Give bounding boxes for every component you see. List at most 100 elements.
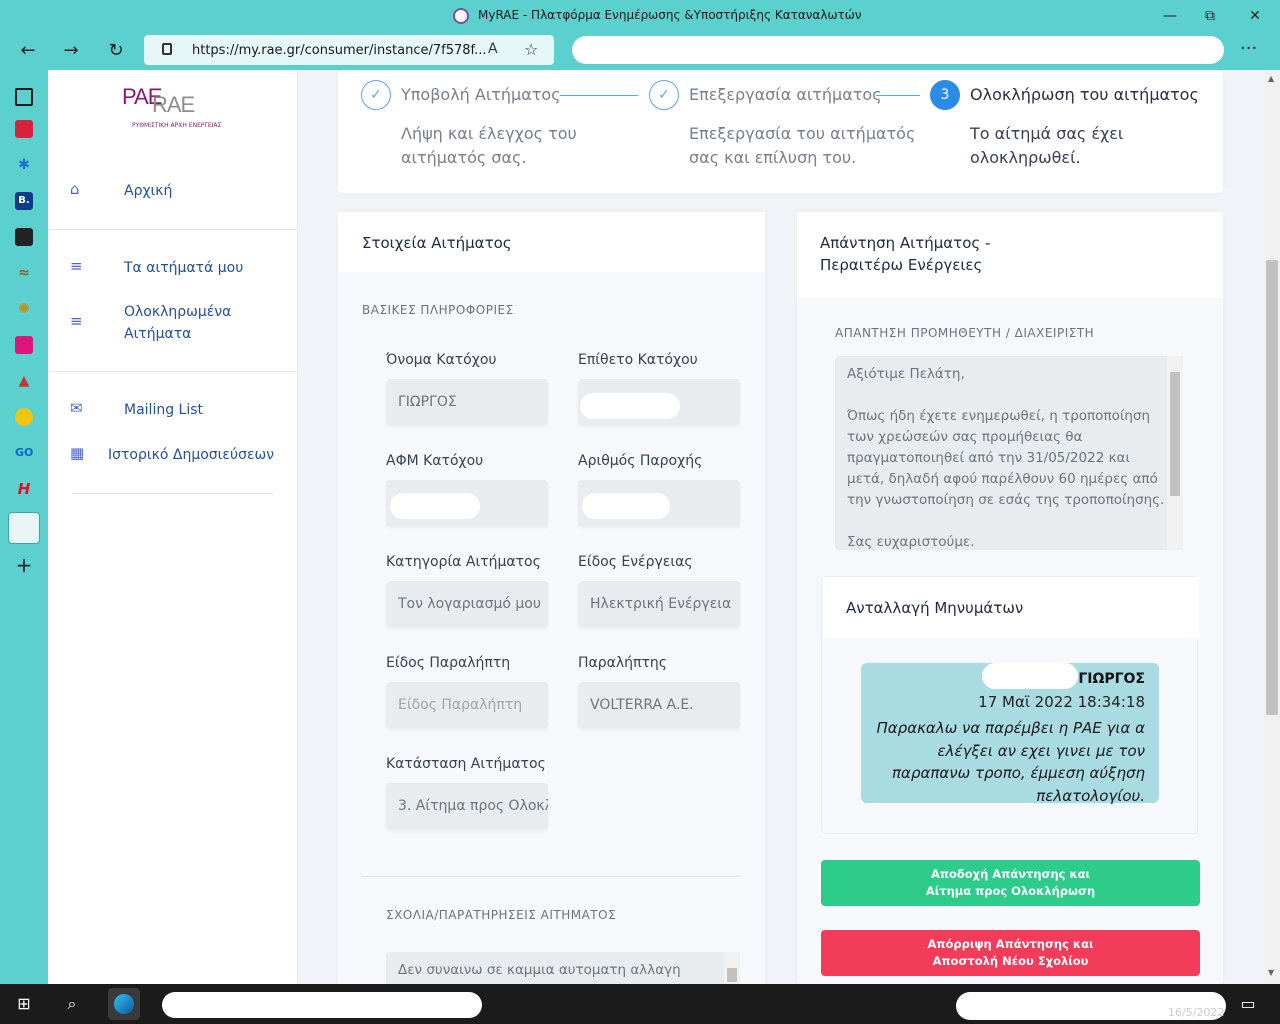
sidebar-item-home[interactable]: ⌂ Αρχική	[48, 180, 298, 204]
supplier-response-line: την γνωστοποίηση σε εσάς της τροποποίηση…	[847, 492, 1165, 508]
accept-response-button[interactable]: Αποδοχή Απάντησης και Αίτημα προς Ολοκλήρ…	[821, 860, 1200, 906]
supplier-response-line	[847, 511, 1171, 532]
myrae-icon[interactable]	[8, 512, 40, 544]
envelope-icon: ✉	[70, 399, 83, 417]
message-time: 17 Μαϊ 2022 18:34:18	[978, 693, 1145, 711]
step-1-description: Λήψη και έλεγχος του αιτήματός σας.	[401, 124, 577, 167]
step-connector	[876, 95, 920, 96]
booking-icon[interactable]: B.	[15, 192, 33, 210]
chart-icon[interactable]	[15, 336, 33, 354]
close-window-button[interactable]: ✕	[1245, 6, 1265, 26]
message-text-line: παραπανω τροπο, έμμεση αύξηση	[892, 764, 1145, 782]
doc-icon[interactable]	[15, 228, 33, 246]
list-icon: ≡	[70, 257, 83, 275]
reject-response-button[interactable]: Απόρριψη Απάντησης και Αποστολή Νέου Σχολ…	[821, 930, 1200, 976]
notifications-icon[interactable]: ▭	[1236, 992, 1260, 1016]
basic-info-label: ΒΑΣΙΚΕΣ ΠΛΗΡΟΦΟΡΙΕΣ	[362, 303, 514, 317]
request-details-card: Στοιχεία Αιτήματος ΒΑΣΙΚΕΣ ΠΛΗΡΟΦΟΡΙΕΣ Ό…	[338, 212, 765, 984]
add-icon[interactable]: +	[15, 555, 33, 575]
sidebar-divider	[72, 493, 274, 494]
logo-subtitle: ΡΥΘΜΙΣΤΙΚΗ ΑΡΧΗ ΕΝΕΡΓΕΙΑΣ	[132, 122, 222, 129]
red-app-icon[interactable]	[15, 120, 33, 138]
minimize-button[interactable]: —	[1160, 6, 1180, 26]
supplier-response-textarea[interactable]: Αξιότιμε Πελάτη, Όπως ήδη έχετε ενημερωθε…	[835, 356, 1183, 550]
message-text: Παρακαλω να παρέμβει η ΡΑΕ για α ελέγξει …	[875, 717, 1145, 807]
sidebar-item-mailing-list[interactable]: ✉ Mailing List	[48, 399, 298, 423]
supplier-response-line: Αξιότιμε Πελάτη,	[847, 366, 965, 382]
supply-number-label: Αριθμός Παροχής	[578, 453, 703, 469]
owner-name-field[interactable]: ΓΙΩΡΓΟΣ	[386, 379, 548, 425]
rae-logo[interactable]: PAE RAE ΡΥΘΜΙΣΤΙΚΗ ΑΡΧΗ ΕΝΕΡΓΕΙΑΣ	[122, 84, 226, 138]
messages-heading: Ανταλλαγή Μηνυμάτων	[822, 577, 1199, 638]
message-text-line: ελέγξει αν εχει γινει με τον	[937, 741, 1145, 760]
windows-start-icon[interactable]: ⊞	[12, 992, 36, 1016]
supplier-response-line: πραγματοποιηθεί από την 31/05/2022 και	[847, 450, 1131, 466]
tabs-icon[interactable]	[15, 88, 33, 106]
recipient-type-field[interactable]: Είδος Παραλήπτη	[386, 682, 548, 728]
redacted-area	[580, 393, 680, 419]
refresh-button[interactable]: ↻	[103, 38, 129, 64]
tool-icon[interactable]: ≈	[15, 264, 33, 282]
go-icon[interactable]: GO	[15, 444, 33, 462]
clock-text: 16/5/2022	[1168, 1006, 1225, 1019]
read-aloud-icon[interactable]: A	[488, 41, 498, 57]
window-title: MyRAE - Πλατφόρμα Ενημέρωσης &Υποστήριξη…	[478, 8, 862, 22]
redacted-area	[162, 992, 482, 1018]
sidebar-divider	[48, 371, 298, 372]
edge-taskbar-icon[interactable]	[108, 988, 140, 1020]
forward-button[interactable]: →	[58, 38, 84, 64]
lock-icon	[162, 43, 172, 55]
message-text-line: πελατολογίου.	[1036, 786, 1145, 805]
recipient-label: Παραλήπτης	[578, 655, 667, 671]
recipient-type-label: Είδος Παραλήπτη	[386, 655, 511, 671]
comments-scrollbar[interactable]	[724, 952, 740, 984]
status-field[interactable]: 3. Αίτημα προς Ολοκλ	[386, 783, 548, 829]
sidebar-item-my-requests[interactable]: ≡ Τα αιτήματά μου	[48, 257, 298, 281]
wheel-icon[interactable]: ✺	[15, 300, 33, 318]
more-options-button[interactable]: ···	[1240, 38, 1257, 59]
scroll-down-icon[interactable]: ▼	[1268, 968, 1274, 977]
bloom-icon[interactable]: ✱	[15, 156, 33, 174]
logo-rae: RAE	[152, 92, 195, 117]
energy-type-label: Είδος Ενέργειας	[578, 554, 693, 570]
supplier-response-scrollbar[interactable]	[1167, 356, 1183, 550]
sidebar-item-completed-requests[interactable]: ≡ Ολοκληρωμένα Αιτήματα	[48, 301, 298, 347]
step-2-title: Επεξεργασία αιτήματος	[689, 85, 882, 104]
supplier-response-line	[847, 385, 1171, 406]
h-icon[interactable]: H	[15, 480, 33, 498]
address-bar[interactable]: https://my.rae.gr/consumer/instance/7f57…	[144, 35, 554, 65]
recipient-field[interactable]: VOLTERRA A.E.	[578, 682, 740, 728]
triangle-icon[interactable]: ▲	[15, 372, 33, 390]
browser-nav-bar: ← → ↻ https://my.rae.gr/consumer/instanc…	[0, 32, 1280, 70]
redacted-area	[572, 36, 1224, 64]
comments-textarea[interactable]: Δεν συναινω σε καμμια αυτοματη αλλαγη	[386, 952, 740, 984]
yellow-circle-icon[interactable]	[15, 408, 33, 426]
step-1-title: Υποβολή Αιτήματος	[401, 85, 561, 104]
supplier-response-line: των χρεώσεών σας προμήθειας θα	[847, 429, 1083, 445]
sidebar-divider	[48, 229, 298, 230]
energy-type-field[interactable]: Ηλεκτρική Ενέργεια	[578, 581, 740, 627]
step-3-title: Ολοκλήρωση του αιτήματος	[970, 85, 1199, 104]
redacted-area	[390, 493, 480, 519]
back-button[interactable]: ←	[15, 38, 41, 64]
category-field[interactable]: Τον λογαριασμό μου	[386, 581, 548, 627]
favorite-icon[interactable]: ☆	[524, 40, 538, 59]
messages-panel: Ανταλλαγή Μηνυμάτων ΓΙΩΡΓΟΣ 17 Μαϊ 2022 …	[821, 576, 1199, 834]
comments-label: ΣΧΟΛΙΑ/ΠΑΡΑΤΗΡΗΣΕΙΣ ΑΙΤΗΜΑΤΟΣ	[386, 908, 617, 922]
category-label: Κατηγορία Αιτήματος	[386, 554, 541, 570]
supplier-response-line: Σας ευχαριστούμε.	[847, 534, 975, 550]
search-icon[interactable]: ⌕	[60, 992, 84, 1016]
step-3-description: Το αίτημά σας έχει ολοκληρωθεί.	[970, 124, 1124, 167]
supplier-response-line: Όπως ήδη έχετε ενημερωθεί, η τροποποίηση	[847, 408, 1151, 424]
step-3-number: 3	[930, 80, 960, 110]
afm-label: ΑΦΜ Κατόχου	[386, 453, 484, 469]
scroll-up-icon[interactable]: ▲	[1268, 74, 1274, 83]
list-icon: ≡	[70, 312, 83, 330]
redacted-area	[582, 493, 670, 519]
step-2-check-icon: ✓	[649, 80, 679, 110]
scroll-thumb[interactable]	[1266, 260, 1278, 715]
maximize-button[interactable]: ⧉	[1200, 6, 1220, 26]
sidebar-item-publication-history[interactable]: ▦ Ιστορικό Δημοσιεύσεων	[48, 444, 298, 468]
response-heading: Απάντηση Αιτήματος - Περαιτέρω Ενέργειες	[797, 212, 1223, 298]
page-scrollbar[interactable]: ▲ ▼	[1264, 70, 1280, 984]
